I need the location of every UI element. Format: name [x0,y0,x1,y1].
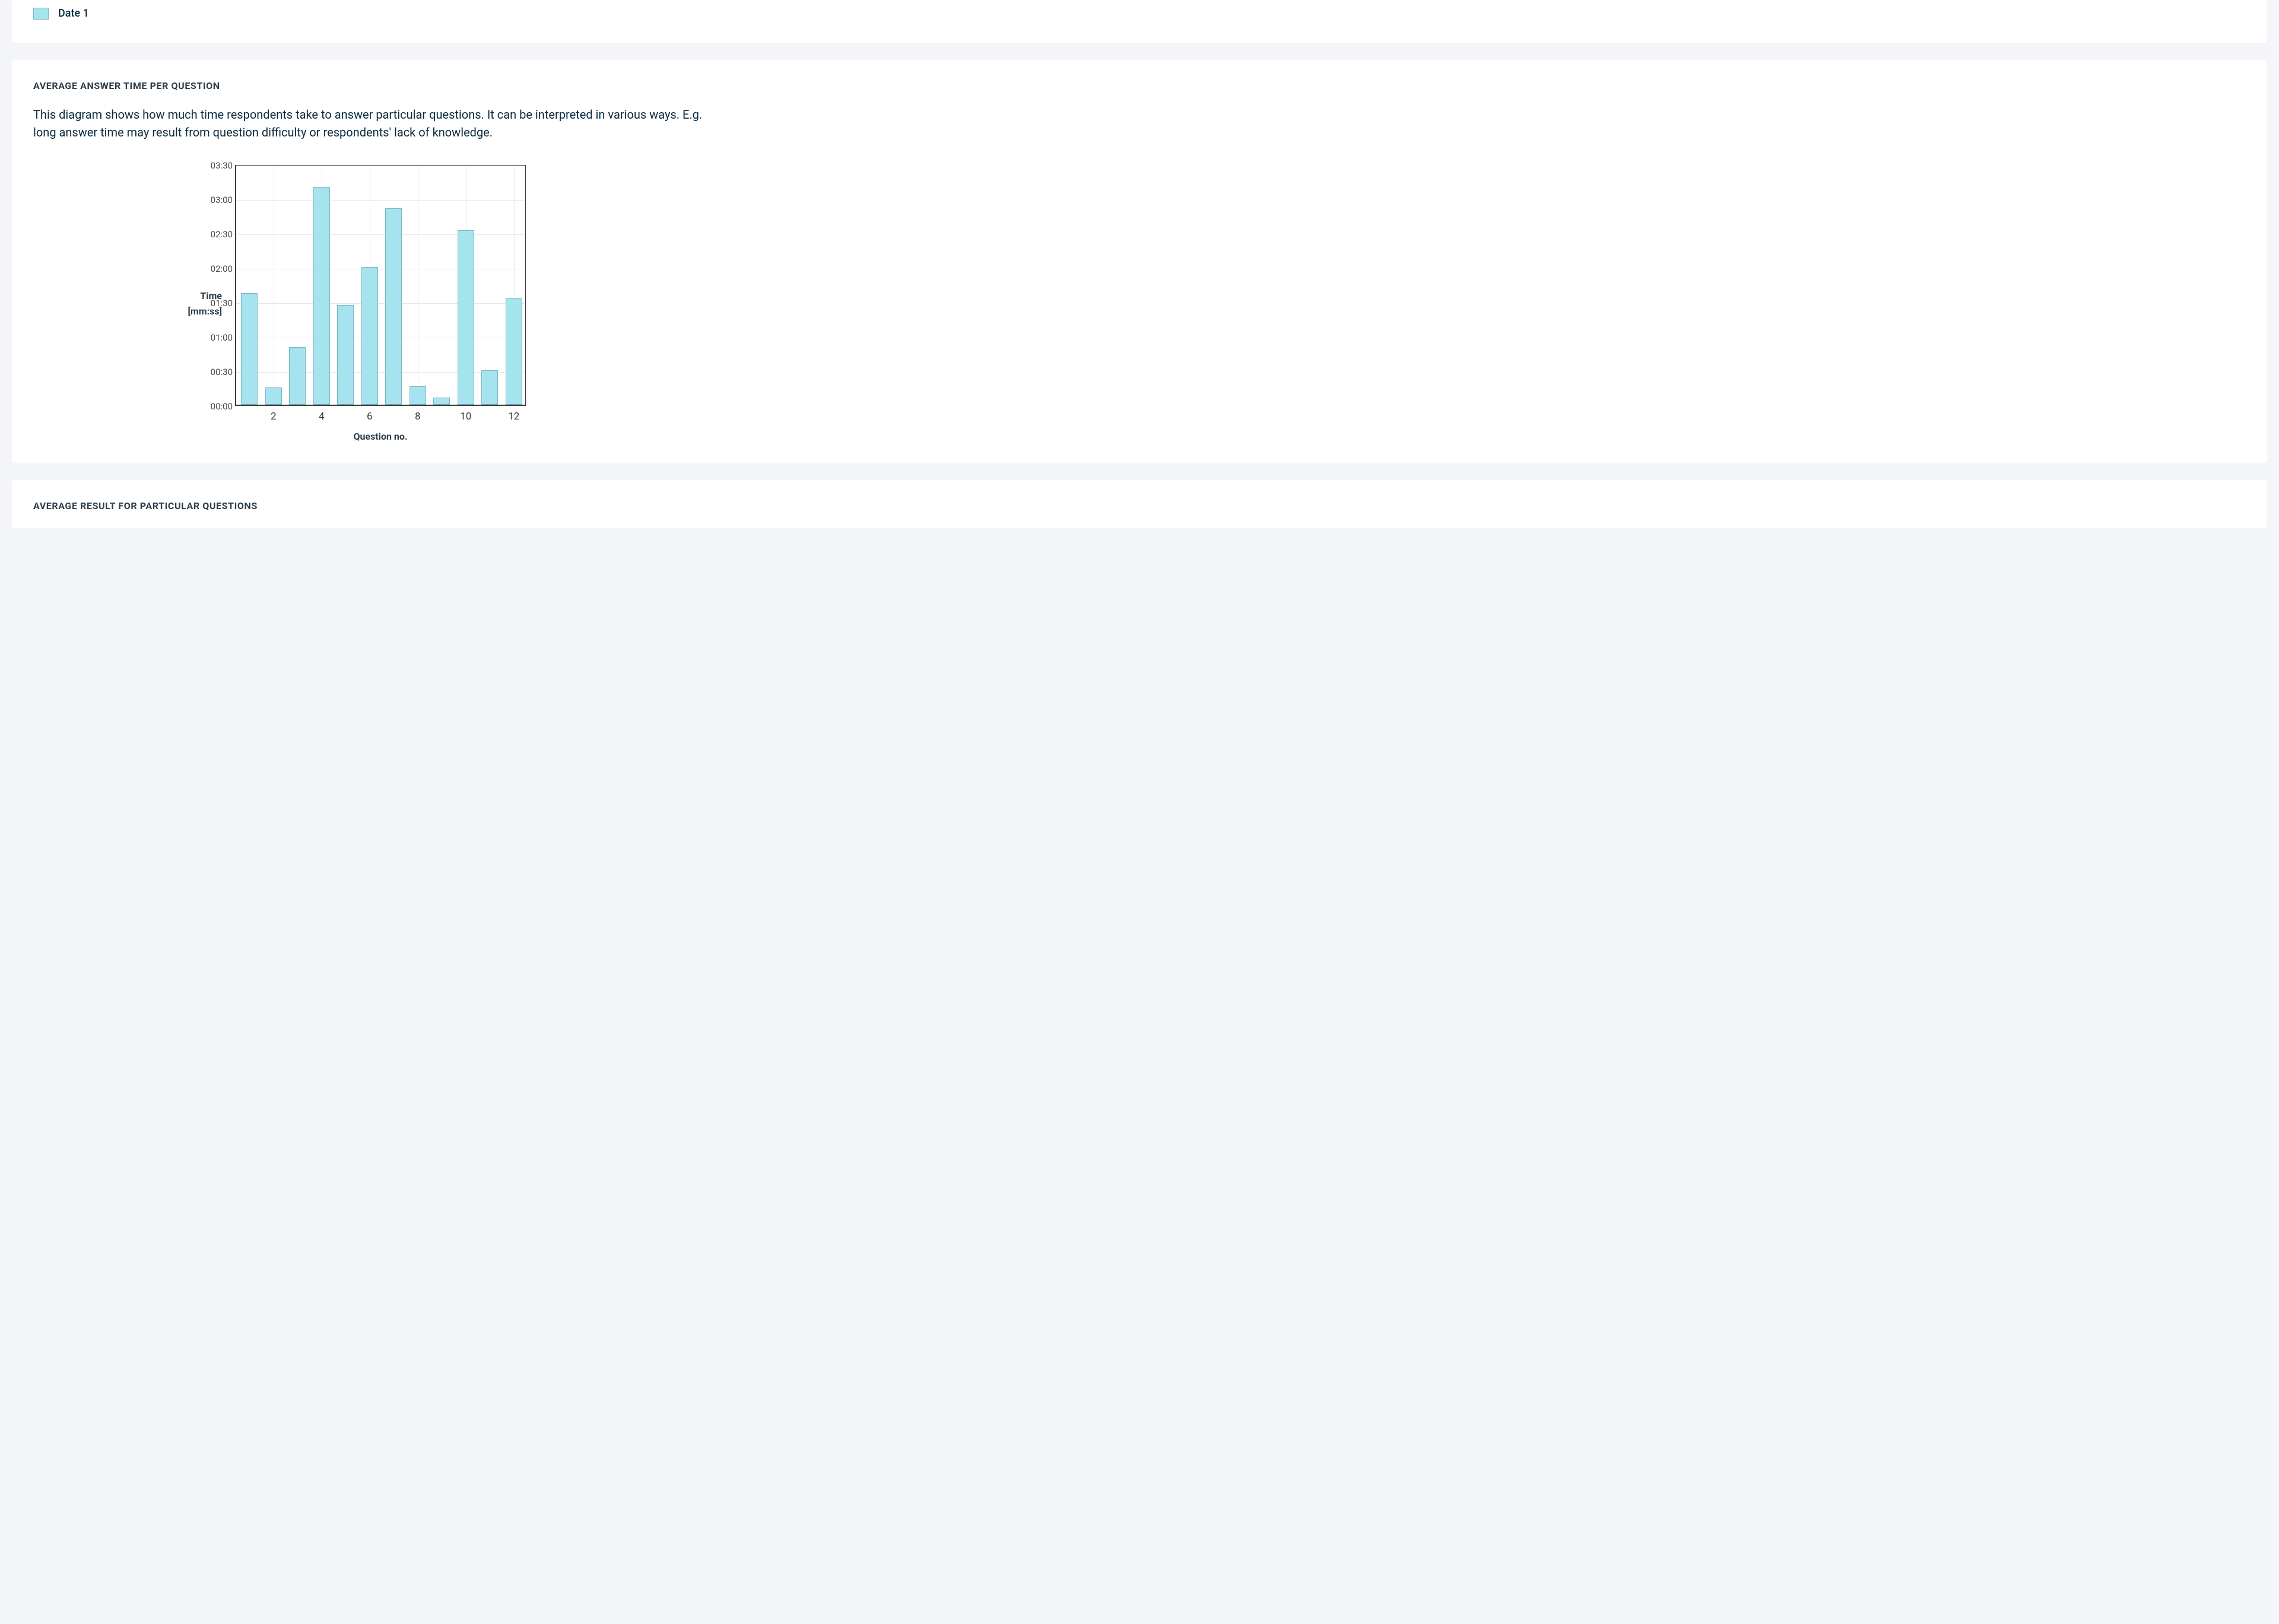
y-tick-label: 02:00 [199,263,233,274]
bar-q2[interactable] [265,387,282,405]
y-tick-label: 02:30 [199,229,233,240]
y-tick-label: 01:30 [199,298,233,309]
gridline-h [236,200,525,201]
avg-answer-time-card: AVERAGE ANSWER TIME PER QUESTION This di… [12,60,2267,463]
legend-item[interactable]: Date 1 [33,7,2246,20]
x-tick-label: 12 [508,405,519,422]
y-tick-label: 01:00 [199,332,233,343]
x-axis-title: Question no. [235,431,526,442]
legend-card: Date 1 [12,0,2267,43]
section-description: This diagram shows how much time respond… [33,106,722,141]
avg-result-card: AVERAGE RESULT FOR PARTICULAR QUESTIONS [12,480,2267,528]
legend-swatch [33,8,49,20]
section-heading: AVERAGE ANSWER TIME PER QUESTION [33,80,2246,91]
bar-chart[interactable]: 00:0000:3001:0001:3002:0002:3003:0003:30… [235,165,526,406]
bar-q8[interactable] [410,386,426,405]
x-tick-label: 2 [271,405,277,422]
y-tick-label: 00:30 [199,367,233,377]
bar-q7[interactable] [385,208,402,405]
section-heading-2: AVERAGE RESULT FOR PARTICULAR QUESTIONS [33,500,2246,511]
x-tick-label: 4 [319,405,325,422]
legend-label: Date 1 [58,7,89,20]
y-tick-label: 03:00 [199,195,233,205]
bar-q10[interactable] [458,230,474,405]
bar-q6[interactable] [361,267,378,405]
bar-q3[interactable] [289,347,306,405]
gridline-h [236,234,525,235]
bar-q5[interactable] [337,305,354,405]
bar-q4[interactable] [313,187,330,405]
y-tick-label: 03:30 [199,160,233,171]
chart-container: Time [mm:ss] 00:0000:3001:0001:3002:0002… [33,165,2246,448]
bar-q11[interactable] [481,370,498,405]
gridline-h [236,303,525,304]
y-tick-label: 00:00 [199,401,233,412]
x-tick-label: 10 [460,405,471,422]
x-tick-label: 6 [367,405,373,422]
bar-q12[interactable] [506,298,522,405]
x-tick-label: 8 [415,405,421,422]
bar-q1[interactable] [241,293,258,405]
bar-q9[interactable] [433,398,450,405]
